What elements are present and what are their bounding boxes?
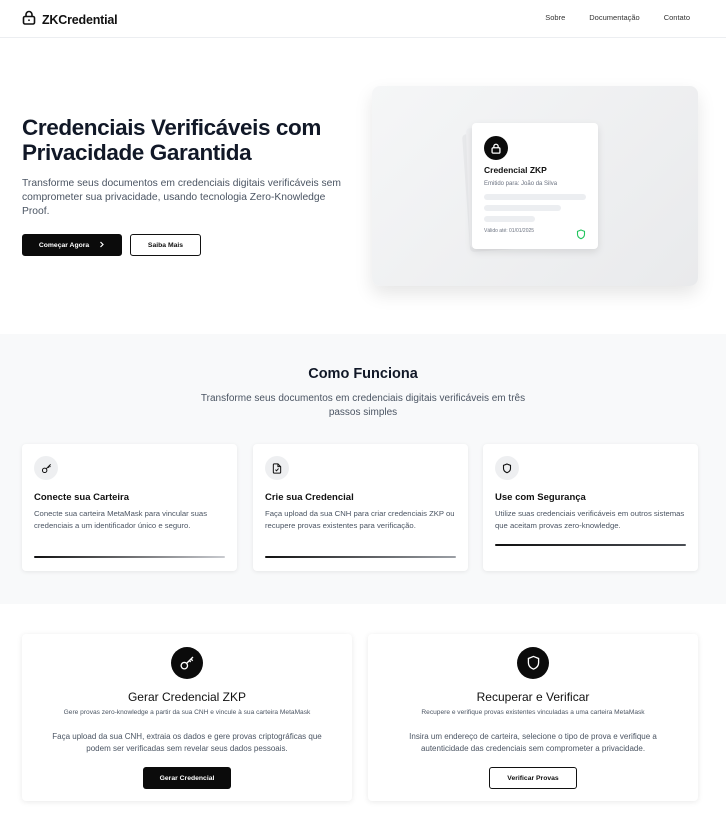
step-progress-line [495,544,686,546]
chevron-right-icon [99,241,105,250]
step-text: Utilize suas credenciais verificáveis em… [495,509,685,530]
step-card-create-credential: Crie sua Credencial Faça upload da sua C… [253,444,468,571]
placeholder-bar [484,205,561,211]
learn-more-button[interactable]: Saiba Mais [130,234,201,256]
start-now-label: Começar Agora [38,241,90,249]
action-text: Insira um endereço de carteira, selecion… [409,732,657,753]
shield-icon [517,647,549,679]
generate-credential-button[interactable]: Gerar Credencial [143,767,231,789]
credential-valid-until: Válido até: 01/01/2025 [484,228,535,234]
action-title: Gerar Credencial ZKP [127,690,247,704]
credential-issued-to: Emitido para: João da Silva [484,181,558,187]
brand[interactable]: ZKCredential [22,10,118,30]
step-title: Conecte sua Carteira [34,492,130,503]
shield-icon [495,456,519,480]
placeholder-bar [484,194,586,200]
step-card-connect-wallet: Conecte sua Carteira Conecte sua carteir… [22,444,237,571]
hero-title: Credenciais Verificáveis com Privacidade… [22,115,321,165]
how-it-works-subtitle: Transforme seus documentos em credenciai… [200,393,526,418]
action-description: Gere provas zero-knowledge a partir da s… [63,709,311,716]
step-progress-line [34,556,225,558]
generate-credential-card: Gerar Credencial ZKP Gere provas zero-kn… [22,634,352,801]
step-title: Crie sua Credencial [265,492,354,503]
action-description: Recupere e verifique provas existentes v… [421,709,645,716]
brand-name: ZKCredential [42,13,118,27]
action-text: Faça upload da sua CNH, extraia os dados… [52,732,322,753]
lock-icon [22,10,36,30]
nav-link-documentacao[interactable]: Documentação [589,13,639,22]
credential-card: Credencial ZKP Emitido para: João da Sil… [472,123,598,249]
nav-link-sobre[interactable]: Sobre [545,13,565,22]
step-text: Faça upload da sua CNH para criar creden… [265,509,455,530]
shield-check-icon [576,227,586,245]
main-nav: Sobre Documentação Contato [545,13,690,22]
lock-icon [484,136,508,160]
verify-proofs-button[interactable]: Verificar Provas [489,767,577,789]
key-icon [34,456,58,480]
step-title: Use com Segurança [495,492,586,503]
site-header: ZKCredential Sobre Documentação Contato [0,0,726,38]
hero-subtitle: Transforme seus documentos em credenciai… [22,178,341,217]
placeholder-bar [484,216,535,222]
action-title: Recuperar e Verificar [476,690,590,704]
step-progress-line [265,556,456,558]
start-now-button[interactable]: Começar Agora [22,234,122,256]
credential-title: Credencial ZKP [484,165,547,175]
recover-verify-card: Recuperar e Verificar Recupere e verifiq… [368,634,698,801]
step-card-use-securely: Use com Segurança Utilize suas credencia… [483,444,698,571]
document-check-icon [265,456,289,480]
step-text: Conecte sua carteira MetaMask para vincu… [34,509,208,530]
nav-link-contato[interactable]: Contato [664,13,690,22]
key-icon [171,647,203,679]
how-it-works-title: Como Funciona [308,366,418,382]
